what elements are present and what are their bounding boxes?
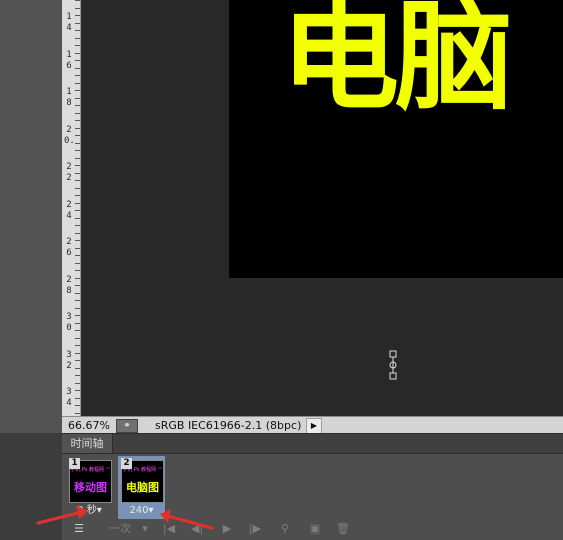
ruler-tick	[75, 22, 80, 24]
ruler-tick	[75, 30, 80, 31]
ruler-label: 3 4	[66, 387, 72, 408]
left-gutter	[0, 0, 62, 433]
ruler-tick	[75, 0, 80, 1]
status-link-icon[interactable]: ⚭	[116, 419, 138, 433]
ruler-tick	[75, 345, 80, 346]
ruler-label: 3 0	[66, 312, 72, 333]
ruler-tick	[75, 67, 80, 69]
timeline-tab-bar: 时间轴	[62, 434, 563, 454]
ruler-tick	[75, 112, 80, 114]
ruler-tick	[75, 322, 80, 324]
ruler-tick	[75, 120, 80, 121]
ruler-tick	[75, 292, 80, 294]
canvas-text: 电脑	[281, 0, 513, 126]
trash-icon[interactable]: 🗑	[334, 521, 352, 537]
ruler-tick	[75, 277, 80, 279]
ruler-tick	[75, 240, 80, 241]
ruler-label: 2 2	[66, 162, 72, 183]
ruler-label: 1 6	[66, 49, 72, 71]
ruler-tick	[75, 37, 80, 39]
chevron-down-icon[interactable]: ▾	[140, 521, 150, 537]
frame-delay-dropdown[interactable]: 0 秒▾	[66, 504, 113, 518]
ruler-tick	[75, 412, 80, 414]
ruler-label: 2 6	[66, 237, 72, 258]
ruler-tick	[75, 202, 80, 204]
ruler-tick	[75, 285, 80, 286]
status-menu-arrow-icon[interactable]: ▶	[306, 418, 322, 434]
frame-number: 1	[69, 458, 80, 469]
ruler-tick	[75, 90, 80, 91]
ruler-tick	[75, 52, 80, 54]
timeline-panel: 时间轴 手机 Ps 教程网 ™ 移动图 1 0 秒▾ 手机 Ps 教程网 ™ 电…	[62, 433, 563, 540]
color-profile: sRGB IEC61966-2.1 (8bpc)	[155, 419, 302, 432]
ruler-tick	[75, 82, 80, 84]
ruler-tick	[75, 165, 80, 166]
ruler-tick	[75, 15, 80, 16]
ruler-tick	[75, 330, 80, 331]
ruler-tick	[75, 232, 80, 234]
ruler-tick	[75, 367, 80, 369]
ruler-tick	[75, 210, 80, 211]
ruler-tick	[75, 142, 80, 144]
ruler-tick	[75, 195, 80, 196]
thumbnail-title: 电脑图	[126, 481, 159, 494]
timeline-toolbar: ☰ 一次 ▾ |◀ ◀| ▶ |▶ ⚲ ▣ 🗑	[62, 519, 563, 540]
ruler-tick	[75, 255, 80, 256]
ruler-label: 1 8	[66, 87, 72, 108]
timeline-frame-1[interactable]: 手机 Ps 教程网 ™ 移动图 1 0 秒▾	[66, 456, 113, 519]
ruler-tick	[75, 45, 80, 46]
tween-icon[interactable]: ⚲	[276, 521, 294, 537]
ruler-tick	[75, 127, 80, 129]
transform-anchor-icon[interactable]	[386, 348, 400, 380]
ruler-tick	[75, 172, 80, 174]
ruler-label: 2 0.	[64, 124, 75, 146]
ruler-tick	[75, 405, 80, 406]
ruler-tick	[75, 390, 80, 391]
ruler-label: 1 4	[66, 12, 72, 33]
ruler-tick	[75, 270, 80, 271]
ruler-tick	[75, 262, 80, 264]
ruler-tick	[75, 217, 80, 219]
ruler-label: 2 8	[66, 274, 72, 296]
first-frame-button[interactable]: |◀	[160, 521, 178, 537]
play-button[interactable]: ▶	[218, 521, 236, 537]
ruler-tick	[75, 247, 80, 249]
ruler-tick	[75, 135, 80, 136]
ruler-tick	[75, 97, 80, 99]
ruler-tick	[75, 360, 80, 361]
convert-timeline-icon[interactable]: ☰	[70, 521, 88, 537]
thumbnail-title: 移动图	[74, 481, 107, 494]
vertical-ruler: 1 4 1 6 1 8 2 0. 2 2 2 4 2 6 2 8 3 0 3 2 3 4	[62, 0, 81, 416]
ruler-tick	[75, 375, 80, 376]
ruler-label: 3 2	[66, 349, 72, 371]
ruler-tick	[75, 300, 80, 301]
timeline-frame-2[interactable]: 手机 Ps 教程网 ™ 电脑图 2 240▾	[118, 456, 165, 519]
duplicate-frame-icon[interactable]: ▣	[306, 521, 324, 537]
ruler-tick	[75, 157, 80, 159]
ruler-tick	[75, 307, 80, 309]
ruler-label: 2 4	[66, 199, 72, 221]
frame-delay-dropdown[interactable]: 240▾	[118, 504, 165, 518]
ruler-tick	[75, 187, 80, 189]
ruler-tick	[75, 337, 80, 339]
ruler-tick	[75, 7, 80, 9]
zoom-level[interactable]: 66.67%	[68, 417, 110, 434]
ruler-tick	[75, 225, 80, 226]
ruler-tick	[75, 60, 80, 61]
ruler-tick	[75, 352, 80, 354]
ruler-tick	[75, 105, 80, 106]
previous-frame-button[interactable]: ◀|	[188, 521, 206, 537]
status-bar: 66.67% ⚭ sRGB IEC61966-2.1 (8bpc) ▶	[62, 416, 563, 434]
next-frame-button[interactable]: |▶	[246, 521, 264, 537]
ruler-tick	[75, 315, 80, 316]
ruler-tick	[75, 382, 80, 384]
ruler-tick	[75, 150, 80, 151]
document-canvas[interactable]: 电脑	[229, 0, 563, 278]
loop-options-select[interactable]: 一次	[102, 521, 138, 537]
ruler-tick	[75, 75, 80, 76]
ruler-tick	[75, 180, 80, 181]
ruler-tick	[75, 397, 80, 399]
tab-timeline[interactable]: 时间轴	[62, 434, 113, 453]
frame-number: 2	[121, 458, 132, 469]
